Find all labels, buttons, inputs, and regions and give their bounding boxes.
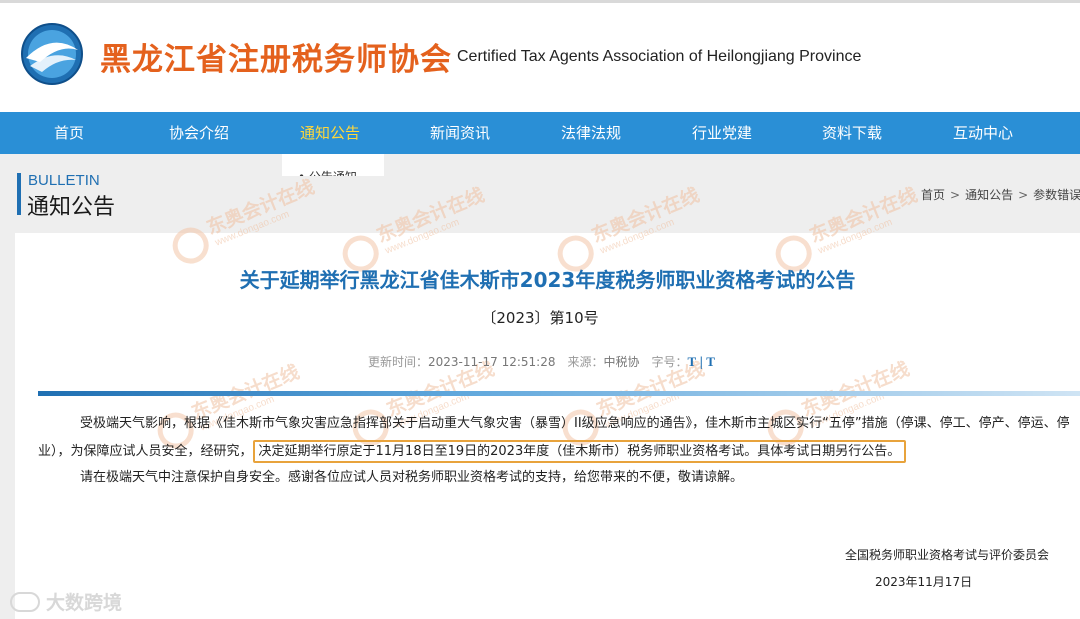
main-nav: 首页 协会介绍 通知公告 新闻资讯 法律法规 行业党建 资料下载 互动中心 [0, 112, 1080, 154]
nav-item-laws[interactable]: 法律法规 [555, 112, 627, 154]
section-title-cn: 通知公告 [27, 195, 116, 220]
site-title-en: Certified Tax Agents Association of Heil… [457, 48, 862, 65]
nav-item-notices[interactable]: 通知公告 [294, 112, 366, 154]
font-size-separator: | [699, 355, 704, 369]
article-title: 关于延期举行黑龙江省佳木斯市2023年度税务师职业资格考试的公告 [239, 268, 856, 292]
article-paragraph-2: 请在极端天气中注意保护自身安全。感谢各位应试人员对税务师职业资格考试的支持，给您… [80, 470, 744, 485]
site-title-cn[interactable]: 黑龙江省注册税务师协会 [100, 34, 452, 79]
section-title-en: BULLETIN [28, 172, 100, 189]
font-size-small-button[interactable]: T [706, 354, 715, 369]
breadcrumb-notices[interactable]: 通知公告 [965, 188, 1013, 202]
highlighted-decision: 决定延期举行原定于11月18日至19日的2023年度（佳木斯市）税务师职业资格考… [252, 440, 907, 463]
breadcrumb-separator: > [950, 188, 961, 202]
article-paragraph-1-cont: 业），为保障应试人员安全，经研究， 决定延期举行原定于11月18日至19日的202… [38, 440, 907, 463]
header-top-border [0, 0, 1080, 3]
article-paragraph-1: 受极端天气影响，根据《佳木斯市气象灾害应急指挥部关于启动重大气象灾害（暴雪）II… [80, 416, 1070, 431]
nav-item-home[interactable]: 首页 [40, 112, 98, 154]
dropdown-item-notices[interactable]: • 公告通知 [298, 168, 357, 176]
signature-date: 2023年11月17日 [875, 575, 973, 589]
source-label: 来源： [567, 355, 604, 369]
nav-dropdown-menu: • 公告通知 [282, 154, 384, 176]
nav-item-downloads[interactable]: 资料下载 [816, 112, 888, 154]
updated-value: 2023-11-17 12:51:28 [428, 355, 556, 369]
watermark-brand-icon [10, 592, 40, 612]
font-size-label: 字号： [651, 355, 688, 369]
font-size-large-button[interactable]: T [688, 354, 697, 369]
site-header: 黑龙江省注册税务师协会 Certified Tax Agents Associa… [0, 0, 1080, 112]
section-accent-bar [17, 173, 21, 215]
globe-logo-icon[interactable] [20, 22, 84, 86]
corner-watermark: 大数跨境 [10, 588, 122, 615]
corner-watermark-text: 大数跨境 [46, 592, 123, 614]
breadcrumb-current: 参数错误 [1033, 188, 1080, 202]
paragraph-text: 业），为保障应试人员安全，经研究， [38, 444, 253, 459]
breadcrumb: 首页 > 通知公告 > 参数错误 [921, 186, 1080, 203]
article-meta: 更新时间：2023-11-17 12:51:28 来源：中税协 字号：T | T [368, 353, 715, 370]
nav-item-about[interactable]: 协会介绍 [163, 112, 235, 154]
document-number: 〔2023〕第10号 [481, 309, 599, 327]
source-value: 中税协 [603, 355, 640, 369]
article-divider [38, 391, 1080, 396]
updated-label: 更新时间： [368, 355, 429, 369]
signature-organization: 全国税务师职业资格考试与评价委员会 [845, 548, 1050, 562]
nav-item-interaction[interactable]: 互动中心 [947, 112, 1019, 154]
nav-item-news[interactable]: 新闻资讯 [424, 112, 496, 154]
breadcrumb-home[interactable]: 首页 [921, 188, 945, 202]
breadcrumb-separator: > [1018, 188, 1029, 202]
nav-item-party[interactable]: 行业党建 [686, 112, 758, 154]
